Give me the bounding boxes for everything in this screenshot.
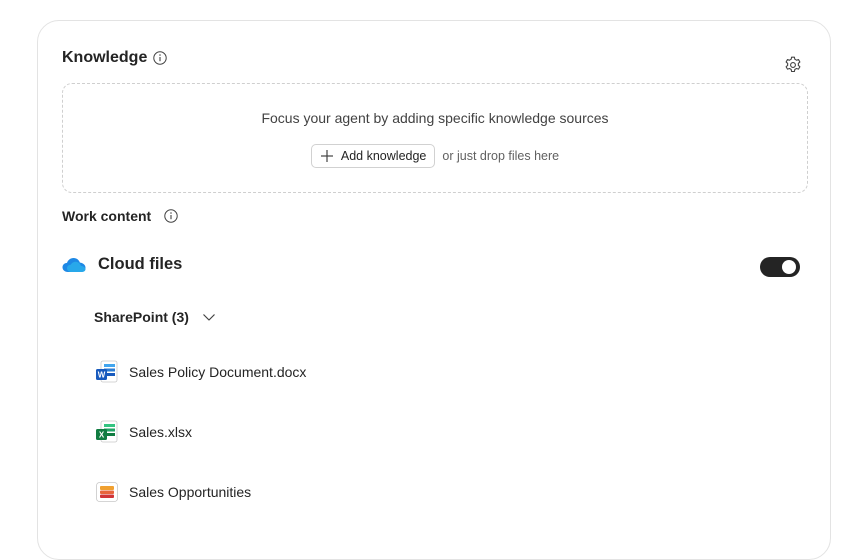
chevron-down-icon (201, 309, 217, 325)
toggle-knob (782, 260, 796, 274)
file-name: Sales Opportunities (129, 484, 252, 500)
drop-files-hint: or just drop files here (442, 149, 560, 163)
cloud-files-toggle[interactable] (760, 257, 800, 277)
sharepoint-label: SharePoint (3) (94, 309, 189, 325)
add-knowledge-button[interactable]: Add knowledge (310, 144, 436, 168)
file-item[interactable]: Sales Opportunities (95, 480, 251, 504)
knowledge-dropzone[interactable]: Focus your agent by adding specific know… (62, 83, 808, 193)
settings-button[interactable] (782, 54, 804, 76)
cloud-files-title: Cloud files (98, 255, 183, 273)
file-name: Sales Policy Document.docx (129, 364, 307, 380)
work-content-title: Work content (62, 208, 152, 224)
file-item[interactable]: X Sales.xlsx (95, 420, 192, 444)
knowledge-card: Knowledge Focus your agent by adding spe… (37, 20, 831, 560)
file-item[interactable]: W Sales Policy Document.docx (95, 360, 306, 384)
onedrive-cloud-icon (62, 257, 86, 273)
work-content-header: Work content (62, 208, 179, 224)
dropzone-actions: Add knowledge or just drop files here (63, 144, 807, 168)
svg-text:W: W (98, 371, 106, 380)
file-name: Sales.xlsx (129, 424, 193, 440)
word-icon: W (95, 360, 119, 384)
svg-text:X: X (99, 431, 105, 440)
knowledge-title: Knowledge (62, 49, 148, 66)
sharepoint-group-header[interactable]: SharePoint (3) (94, 309, 217, 325)
info-icon[interactable] (152, 50, 168, 66)
plus-icon (320, 149, 334, 163)
dropzone-description: Focus your agent by adding specific know… (261, 110, 609, 126)
add-knowledge-label: Add knowledge (340, 149, 427, 163)
info-icon[interactable] (163, 208, 179, 224)
cloud-files-row: Cloud files (62, 255, 182, 274)
gear-icon (783, 55, 803, 75)
loop-icon (95, 480, 119, 504)
excel-icon: X (95, 420, 119, 444)
knowledge-header: Knowledge (62, 49, 168, 67)
